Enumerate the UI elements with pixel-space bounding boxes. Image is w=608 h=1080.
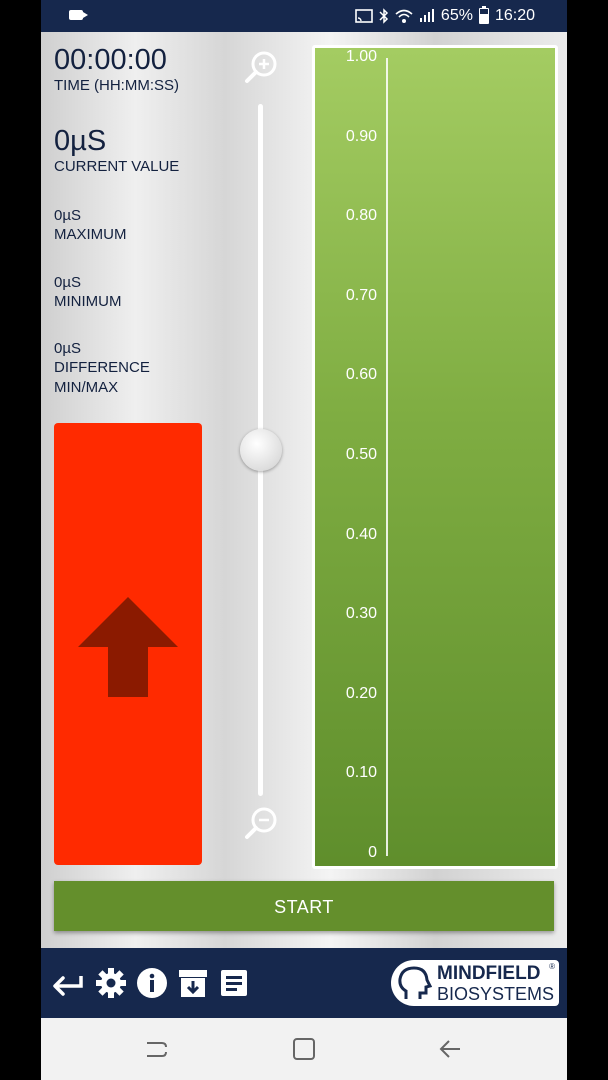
gauge-tick-label: 0 <box>368 844 377 861</box>
recent-apps-icon[interactable] <box>142 1034 172 1064</box>
back-arrow-icon[interactable] <box>51 966 85 1000</box>
difference-label-line1: DIFFERENCE <box>54 359 150 376</box>
cast-icon <box>355 9 373 23</box>
gauge-tick-label: 0.80 <box>345 207 377 225</box>
gauge-tick-label: 0.70 <box>345 286 377 304</box>
gauge-tick-label: 0.40 <box>345 525 377 543</box>
settings-gear-icon[interactable] <box>94 966 128 1000</box>
bluetooth-icon <box>379 8 388 24</box>
gauge-tick-label: 0.60 <box>345 366 377 384</box>
gauge-axis <box>386 58 388 856</box>
notes-icon[interactable] <box>217 966 251 1000</box>
minimum-value: 0µS <box>54 274 81 291</box>
info-icon[interactable] <box>135 966 169 1000</box>
gauge-tick-label: 0.10 <box>345 764 377 782</box>
home-icon[interactable] <box>289 1034 319 1064</box>
android-nav-bar <box>41 1018 567 1080</box>
logo-text-biosystems: BIOSYSTEMS <box>437 984 555 1004</box>
clock: 16:20 <box>494 7 535 24</box>
difference-value: 0µS <box>54 340 81 357</box>
logo-registered: ® <box>549 962 555 971</box>
difference-stat: 0µS DIFFERENCE MIN/MAX <box>54 340 150 398</box>
gauge-tick-label: 0.30 <box>345 605 377 623</box>
maximum-value: 0µS <box>54 207 81 224</box>
trend-indicator <box>54 423 202 865</box>
gauge-tick-label: 1.00 <box>345 48 377 65</box>
start-button[interactable]: START <box>54 881 554 931</box>
wifi-icon <box>395 9 413 23</box>
time-label: TIME (HH:MM:SS) <box>54 77 179 94</box>
value-gauge: 1.00 0.90 0.80 0.70 0.60 0.50 0.40 0.30 0.20 0.10… <box>312 45 558 869</box>
gauge-tick-label: 0.90 <box>345 127 377 145</box>
main-panel: 00:00:00 TIME (HH:MM:SS) 0µS CURRENT VAL… <box>41 32 567 948</box>
minimum-label: MINIMUM <box>54 293 122 310</box>
maximum-stat: 0µS MAXIMUM <box>54 207 127 245</box>
status-bar: 65% 16:20 <box>41 0 567 32</box>
gauge-tick-label: 0.50 <box>345 446 377 463</box>
zoom-in-icon[interactable] <box>244 50 278 84</box>
up-arrow-icon <box>78 597 178 697</box>
gauge-tick-label: 0.20 <box>345 684 377 702</box>
current-value-stat: 0µS CURRENT VALUE <box>54 125 179 177</box>
app-screen: 65% 16:20 00:00:00 TIME (HH:MM:SS) 0µS C… <box>41 0 567 1080</box>
battery-percent: 65% <box>440 7 473 24</box>
archive-icon[interactable] <box>176 966 210 1000</box>
zoom-thumb[interactable] <box>240 429 282 471</box>
signal-icon <box>419 9 434 22</box>
current-value-label: CURRENT VALUE <box>54 158 180 175</box>
zoom-out-icon[interactable] <box>244 806 278 840</box>
time-stat: 00:00:00 TIME (HH:MM:SS) <box>54 44 179 96</box>
current-value: 0µS <box>54 125 107 157</box>
status-icons: 65% 16:20 <box>355 6 535 25</box>
head-logo-icon <box>398 966 432 999</box>
minimum-stat: 0µS MINIMUM <box>54 274 122 312</box>
zoom-slider[interactable] <box>240 50 282 850</box>
time-value: 00:00:00 <box>54 44 167 76</box>
mindfield-logo: MINDFIELD BIOSYSTEMS ® <box>391 960 559 1006</box>
back-icon[interactable] <box>436 1034 466 1064</box>
logo-text-mindfield: MINDFIELD <box>437 963 541 984</box>
maximum-label: MAXIMUM <box>54 226 127 243</box>
bottom-toolbar: MINDFIELD BIOSYSTEMS ® <box>41 948 567 1018</box>
video-icon <box>69 10 88 20</box>
battery-icon <box>478 6 489 24</box>
difference-label-line2: MIN/MAX <box>54 379 119 396</box>
